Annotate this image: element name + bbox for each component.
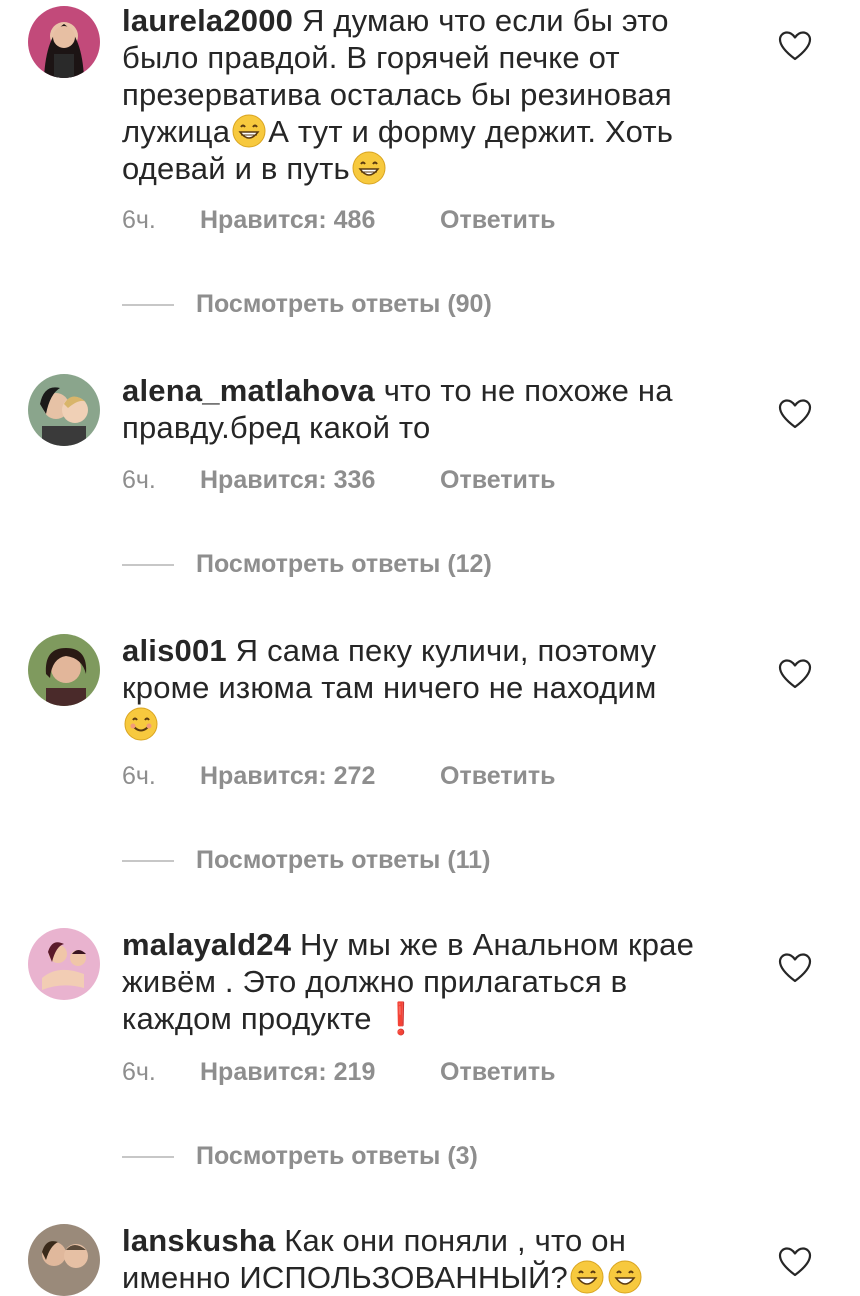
view-replies-label: Посмотреть ответы (3) [196, 1142, 478, 1170]
comment-text: malayald24 Ну мы же в Анальном крае живё… [122, 926, 742, 1037]
comment-meta: 6ч. Нравится: 219 Ответить [122, 1058, 556, 1087]
comment-username[interactable]: alis001 [122, 633, 227, 668]
grinning-face-icon [352, 151, 386, 185]
reply-button[interactable]: Ответить [440, 206, 556, 234]
divider-line [122, 1156, 174, 1159]
comment-time: 6ч. [122, 762, 156, 790]
divider-line [122, 304, 174, 307]
divider-line [122, 564, 174, 567]
comment-text: laurela2000 Я думаю что если бы это было… [122, 2, 742, 187]
avatar[interactable] [28, 6, 100, 78]
like-heart-icon[interactable] [778, 30, 812, 62]
reply-button[interactable]: Ответить [440, 1058, 556, 1086]
reply-button[interactable]: Ответить [440, 466, 556, 494]
comment-username[interactable]: laurela2000 [122, 3, 293, 38]
comment-likes[interactable]: Нравится: 486 [200, 206, 440, 235]
exclamation-mark-icon: ❗ [381, 1001, 421, 1036]
comment-text: alena_matlahova что то не похоже на прав… [122, 372, 742, 446]
view-replies-label: Посмотреть ответы (90) [196, 290, 492, 318]
view-replies-label: Посмотреть ответы (12) [196, 550, 492, 578]
like-heart-icon[interactable] [778, 1246, 812, 1278]
comment-username[interactable]: lanskusha [122, 1223, 275, 1258]
comment-time: 6ч. [122, 206, 156, 234]
grinning-face-icon [608, 1260, 642, 1294]
view-replies-button[interactable]: Посмотреть ответы (3) [122, 1142, 478, 1171]
comment-meta: 6ч. Нравится: 272 Ответить [122, 762, 556, 791]
comment-likes[interactable]: Нравится: 272 [200, 762, 440, 791]
comment-text: alis001 Я сама пеку куличи, поэтому кром… [122, 632, 742, 743]
comment-text: lanskusha Как они поняли , что он именно… [122, 1222, 742, 1296]
like-heart-icon[interactable] [778, 398, 812, 430]
comment-meta: 6ч. Нравится: 486 Ответить [122, 206, 556, 235]
view-replies-button[interactable]: Посмотреть ответы (12) [122, 550, 492, 579]
divider-line [122, 860, 174, 863]
view-replies-button[interactable]: Посмотреть ответы (90) [122, 290, 492, 319]
comment-meta: 6ч. Нравится: 336 Ответить [122, 466, 556, 495]
smiling-face-icon [124, 707, 158, 741]
comment-likes[interactable]: Нравится: 336 [200, 466, 440, 495]
comment-likes[interactable]: Нравится: 219 [200, 1058, 440, 1087]
grinning-face-icon [570, 1260, 604, 1294]
comment-time: 6ч. [122, 1058, 156, 1086]
grinning-face-icon [232, 114, 266, 148]
avatar[interactable] [28, 1224, 100, 1296]
like-heart-icon[interactable] [778, 952, 812, 984]
avatar[interactable] [28, 928, 100, 1000]
reply-button[interactable]: Ответить [440, 762, 556, 790]
comment-username[interactable]: alena_matlahova [122, 373, 375, 408]
view-replies-button[interactable]: Посмотреть ответы (11) [122, 846, 490, 875]
avatar[interactable] [28, 634, 100, 706]
view-replies-label: Посмотреть ответы (11) [196, 846, 491, 874]
comment-time: 6ч. [122, 466, 156, 494]
like-heart-icon[interactable] [778, 658, 812, 690]
comment-username[interactable]: malayald24 [122, 927, 291, 962]
avatar[interactable] [28, 374, 100, 446]
